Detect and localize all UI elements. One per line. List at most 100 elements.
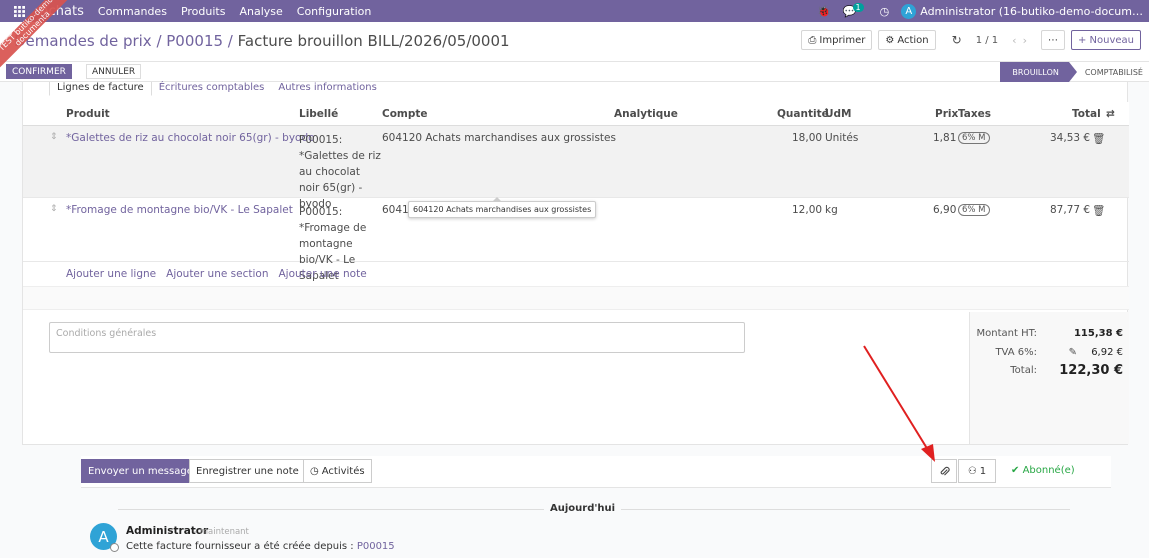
empty-row bbox=[23, 286, 1129, 310]
control-panel: Demandes de prix / P00015 / Facture brou… bbox=[0, 22, 1149, 62]
tax-badge[interactable]: 6% M bbox=[958, 204, 990, 216]
col-quantite[interactable]: Quantité bbox=[777, 108, 829, 120]
tax-badge[interactable]: 6% M bbox=[958, 132, 990, 144]
notebook-tabs: Lignes de facture Écritures comptables A… bbox=[49, 82, 384, 96]
totals-panel: Montant HT: 115,38 € TVA 6%: ✎ 6,92 € To… bbox=[969, 312, 1129, 444]
tab-invoice-lines[interactable]: Lignes de facture bbox=[49, 82, 152, 96]
row-quantite[interactable]: 12,00 bbox=[792, 204, 822, 216]
message-badge: 1 bbox=[852, 2, 864, 12]
pager-prev-icon[interactable]: ‹ bbox=[1012, 34, 1016, 47]
log-note-button[interactable]: Enregistrer une note bbox=[189, 459, 306, 483]
col-prix[interactable]: Prix bbox=[935, 108, 958, 120]
drag-handle-icon[interactable]: ⇕ bbox=[50, 132, 58, 142]
user-menu[interactable]: A Administrator (16-butiko-demo-docum… bbox=[901, 3, 1143, 19]
followers-count: 1 bbox=[979, 465, 987, 477]
row-udm[interactable]: kg bbox=[825, 204, 838, 216]
print-icon: ⎙ bbox=[808, 34, 817, 46]
gear-icon: ⚙ bbox=[885, 34, 895, 46]
breadcrumb: Demandes de prix / P00015 / Facture brou… bbox=[14, 32, 510, 50]
action-label: Action bbox=[897, 34, 929, 46]
stage-draft[interactable]: BROUILLON bbox=[1000, 62, 1078, 82]
trash-icon[interactable]: 🗑 bbox=[1092, 132, 1105, 145]
untaxed-label: Montant HT: bbox=[976, 328, 1037, 339]
drag-handle-icon[interactable]: ⇕ bbox=[50, 204, 58, 214]
refresh-icon[interactable]: ↻ bbox=[952, 33, 962, 47]
menu-commandes[interactable]: Commandes bbox=[98, 5, 167, 18]
chat-icon[interactable]: 💬1 bbox=[843, 2, 868, 18]
add-section-link[interactable]: Ajouter une section bbox=[166, 268, 268, 280]
followers-button[interactable]: ⚇ 1 bbox=[958, 459, 996, 483]
row-compte[interactable]: 604120 Achats marchandises aux grossiste… bbox=[382, 132, 616, 144]
attachment-button[interactable] bbox=[931, 459, 957, 483]
top-navbar: Achats Commandes Produits Analyse Config… bbox=[0, 0, 1149, 22]
col-taxes[interactable]: Taxes bbox=[958, 108, 991, 120]
form-sheet: Lignes de facture Écritures comptables A… bbox=[22, 82, 1129, 445]
col-libelle[interactable]: Libellé bbox=[299, 108, 338, 120]
print-button[interactable]: ⎙ Imprimer bbox=[801, 30, 873, 50]
menu-produits[interactable]: Produits bbox=[181, 5, 226, 18]
pager-next-icon[interactable]: › bbox=[1023, 34, 1027, 47]
clock-icon: ◷ bbox=[310, 465, 319, 477]
row-produit[interactable]: *Galettes de riz au chocolat noir 65(gr)… bbox=[66, 132, 315, 144]
menu-configuration[interactable]: Configuration bbox=[297, 5, 372, 18]
col-compte[interactable]: Compte bbox=[382, 108, 428, 120]
check-icon: ✔ bbox=[1011, 465, 1020, 476]
new-button[interactable]: + Nouveau bbox=[1070, 30, 1141, 50]
add-line-link[interactable]: Ajouter une ligne bbox=[66, 268, 156, 280]
col-udm[interactable]: UdM bbox=[825, 108, 852, 120]
author-avatar: A bbox=[90, 523, 119, 552]
presence-dot bbox=[110, 543, 119, 552]
untaxed-value: 115,38 € bbox=[1073, 328, 1123, 339]
row-total: 34,53 € bbox=[1050, 132, 1091, 144]
add-line-links: Ajouter une ligne Ajouter une section Aj… bbox=[66, 268, 367, 280]
chatter-topbar: Envoyer un message Enregistrer une note … bbox=[81, 456, 1111, 488]
activities-button[interactable]: ◷ Activités bbox=[303, 459, 372, 483]
row-prix[interactable]: 1,81 bbox=[933, 132, 956, 144]
bug-icon[interactable]: 🐞 bbox=[817, 5, 831, 18]
col-analytique[interactable]: Analytique bbox=[614, 108, 678, 120]
message-body: Cette facture fournisseur a été créée de… bbox=[126, 541, 395, 552]
more-button[interactable]: ⋯ bbox=[1040, 30, 1065, 50]
statusbar: CONFIRMER ANNULER BROUILLON COMPTABILISÉ bbox=[0, 62, 1149, 82]
stage-posted[interactable]: COMPTABILISÉ bbox=[1069, 62, 1149, 82]
table-row[interactable]: ⇕ *Galettes de riz au chocolat noir 65(g… bbox=[23, 126, 1129, 210]
row-total: 87,77 € bbox=[1050, 204, 1091, 216]
tab-other-info[interactable]: Autres informations bbox=[271, 82, 383, 96]
send-message-button[interactable]: Envoyer un message bbox=[81, 459, 200, 483]
follow-status[interactable]: ✔ Abonné(e) bbox=[1011, 465, 1075, 476]
clock-icon[interactable]: ◷ bbox=[880, 5, 890, 18]
row-produit[interactable]: *Fromage de montagne bio/VK - Le Sapalet bbox=[66, 204, 293, 216]
tax-value: 6,92 € bbox=[1091, 347, 1123, 358]
message-link[interactable]: P00015 bbox=[357, 541, 395, 552]
terms-field[interactable]: Conditions générales bbox=[49, 322, 745, 353]
tab-journal-items[interactable]: Écritures comptables bbox=[152, 82, 272, 96]
message-time: - maintenant bbox=[194, 527, 249, 537]
follow-label: Abonné(e) bbox=[1022, 465, 1075, 476]
table-header: Produit Libellé Compte Analytique Quanti… bbox=[23, 102, 1129, 126]
row-quantite[interactable]: 18,00 bbox=[792, 132, 822, 144]
pencil-icon[interactable]: ✎ bbox=[1069, 347, 1077, 358]
total-label: Total: bbox=[1010, 365, 1037, 376]
breadcrumb-parent[interactable]: Demandes de prix / P00015 / bbox=[14, 32, 238, 50]
paperclip-icon bbox=[940, 466, 950, 476]
breadcrumb-current: Facture brouillon BILL/2026/05/0001 bbox=[237, 32, 510, 50]
user-label: Administrator (16-butiko-demo-docum… bbox=[920, 4, 1143, 18]
confirm-button[interactable]: CONFIRMER bbox=[6, 64, 72, 79]
trash-icon[interactable]: 🗑 bbox=[1092, 204, 1105, 217]
row-udm[interactable]: Unités bbox=[825, 132, 858, 144]
pager: 1 / 1 bbox=[975, 34, 999, 46]
col-total[interactable]: Total bbox=[1072, 108, 1101, 120]
menu-analyse[interactable]: Analyse bbox=[239, 5, 282, 18]
tax-label: TVA 6%: bbox=[995, 347, 1037, 358]
ellipsis-icon: ⋯ bbox=[1047, 34, 1058, 46]
col-produit[interactable]: Produit bbox=[66, 108, 110, 120]
add-note-link[interactable]: Ajouter une note bbox=[278, 268, 366, 280]
cancel-button[interactable]: ANNULER bbox=[86, 64, 142, 79]
column-settings-icon[interactable]: ⇄ bbox=[1106, 108, 1115, 120]
action-button[interactable]: ⚙ Action bbox=[878, 30, 936, 50]
author-initial: A bbox=[98, 527, 109, 546]
row-prix[interactable]: 6,90 bbox=[933, 204, 956, 216]
activities-label: Activités bbox=[321, 465, 365, 477]
status-stages: BROUILLON COMPTABILISÉ bbox=[1000, 62, 1149, 82]
account-tooltip: 604120 Achats marchandises aux grossiste… bbox=[408, 197, 597, 218]
